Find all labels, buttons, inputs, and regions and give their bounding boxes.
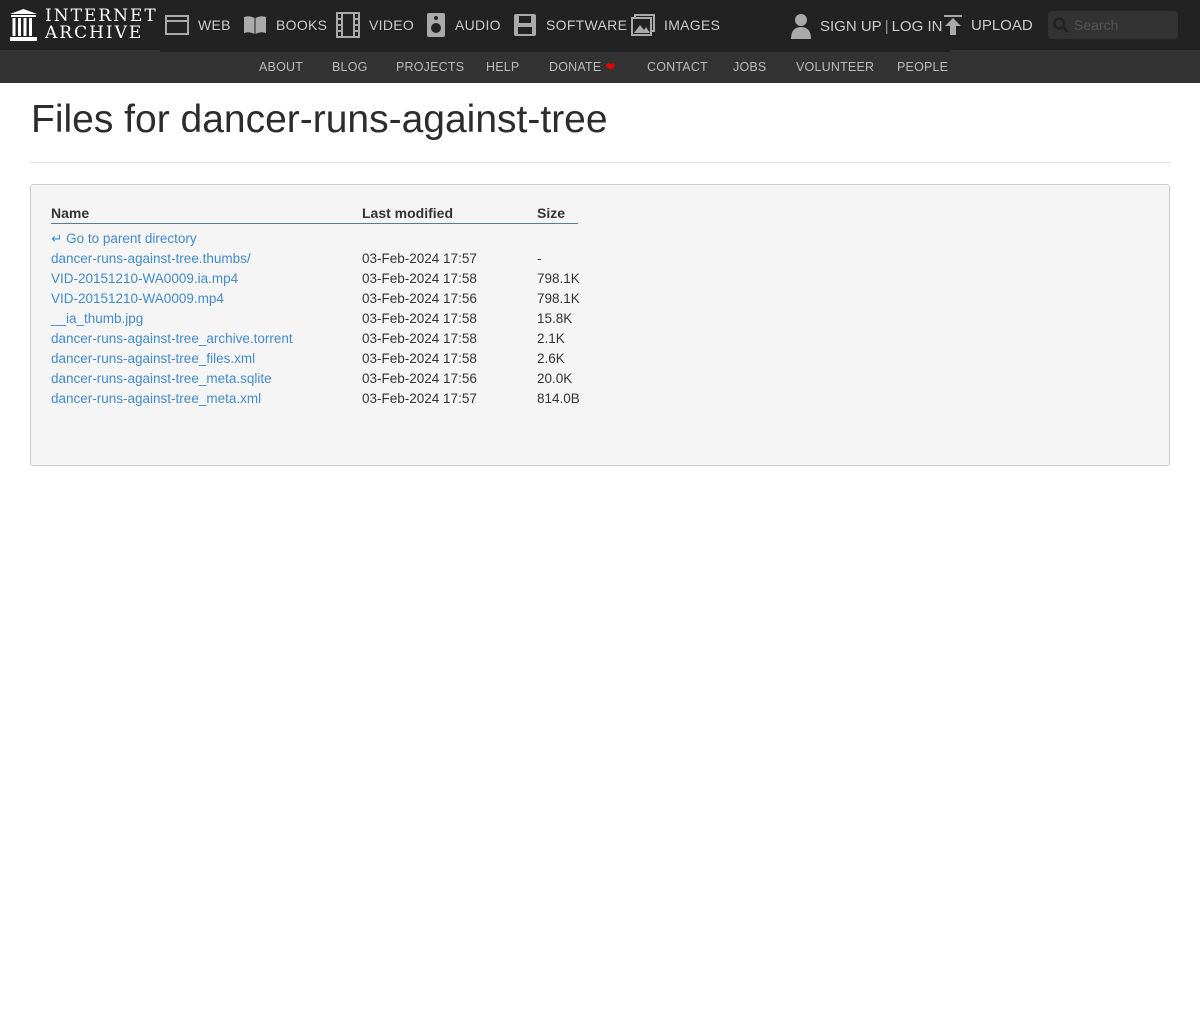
- subnav-help[interactable]: HELP: [486, 60, 519, 74]
- nav-video[interactable]: VIDEO: [336, 12, 414, 38]
- user-icon: [791, 14, 811, 39]
- file-size: 20.0K: [537, 371, 573, 386]
- file-modified: 03-Feb-2024 17:58: [362, 351, 477, 366]
- nav-web[interactable]: WEB: [165, 12, 231, 38]
- web-icon: [165, 15, 189, 35]
- logo-text: INTERNET ARCHIVE: [45, 8, 158, 42]
- file-size: 798.1K: [537, 271, 580, 286]
- subnav-donate[interactable]: DONATE ❤: [549, 60, 616, 74]
- account-separator: |: [884, 17, 889, 35]
- archive-building-icon: [10, 9, 37, 41]
- table-row: dancer-runs-against-tree_files.xml 03-Fe…: [51, 351, 611, 371]
- file-link[interactable]: dancer-runs-against-tree.thumbs/: [51, 251, 251, 266]
- file-size: 2.6K: [537, 351, 565, 366]
- internet-archive-logo[interactable]: INTERNET ARCHIVE: [10, 7, 158, 43]
- signup-link[interactable]: SIGN UP: [820, 18, 882, 35]
- nav-audio[interactable]: AUDIO: [426, 12, 501, 38]
- subnav-divider: [160, 50, 950, 52]
- file-modified: 03-Feb-2024 17:58: [362, 331, 477, 346]
- speaker-icon: [427, 13, 445, 37]
- subnav-donate-label: DONATE: [549, 60, 602, 74]
- parent-directory-label: Go to parent directory: [66, 231, 197, 246]
- file-size: 15.8K: [537, 311, 573, 326]
- upload-button[interactable]: UPLOAD: [943, 12, 1033, 38]
- column-header-size[interactable]: Size: [537, 205, 565, 221]
- image-icon: [631, 14, 655, 36]
- table-row: dancer-runs-against-tree_meta.sqlite 03-…: [51, 371, 611, 391]
- file-modified: 03-Feb-2024 17:58: [362, 271, 477, 286]
- file-modified: 03-Feb-2024 17:56: [362, 291, 477, 306]
- page-title: Files for dancer-runs-against-tree: [31, 98, 608, 141]
- subnav-volunteer[interactable]: VOLUNTEER: [796, 60, 874, 74]
- search-icon: [1053, 17, 1069, 33]
- file-link[interactable]: __ia_thumb.jpg: [51, 311, 143, 326]
- nav-images-label: IMAGES: [664, 17, 721, 33]
- file-size: -: [537, 251, 542, 266]
- file-modified: 03-Feb-2024 17:57: [362, 251, 477, 266]
- file-modified: 03-Feb-2024 17:58: [362, 311, 477, 326]
- table-row: dancer-runs-against-tree_meta.xml 03-Feb…: [51, 391, 611, 411]
- file-size: 2.1K: [537, 331, 565, 346]
- header-underline: [51, 223, 578, 224]
- subnav-contact[interactable]: CONTACT: [647, 60, 708, 74]
- column-header-modified[interactable]: Last modified: [362, 205, 453, 221]
- account-links: SIGN UP | LOG IN: [790, 12, 942, 40]
- table-row: VID-20151210-WA0009.ia.mp4 03-Feb-2024 1…: [51, 271, 611, 291]
- file-size: 814.0B: [537, 391, 580, 406]
- login-link[interactable]: LOG IN: [892, 18, 943, 35]
- file-link[interactable]: dancer-runs-against-tree_archive.torrent: [51, 331, 293, 346]
- book-icon: [244, 16, 266, 34]
- nav-images[interactable]: IMAGES: [631, 12, 720, 38]
- file-size: 798.1K: [537, 291, 580, 306]
- nav-books-label: BOOKS: [276, 17, 328, 33]
- title-divider: [30, 162, 1171, 163]
- nav-audio-label: AUDIO: [455, 17, 501, 33]
- secondary-nav: ABOUT BLOG PROJECTS HELP DONATE ❤ CONTACT…: [0, 50, 1200, 83]
- nav-books[interactable]: BOOKS: [243, 12, 327, 38]
- parent-directory-link[interactable]: ↵ Go to parent directory: [51, 231, 197, 247]
- file-link[interactable]: dancer-runs-against-tree_files.xml: [51, 351, 255, 366]
- floppy-icon: [514, 14, 536, 36]
- upload-icon: [944, 15, 962, 35]
- subnav-projects[interactable]: PROJECTS: [396, 60, 464, 74]
- table-row: VID-20151210-WA0009.mp4 03-Feb-2024 17:5…: [51, 291, 611, 311]
- table-row: dancer-runs-against-tree.thumbs/ 03-Feb-…: [51, 251, 611, 271]
- file-link[interactable]: VID-20151210-WA0009.ia.mp4: [51, 271, 238, 286]
- search-input[interactable]: [1074, 11, 1174, 39]
- subnav-about[interactable]: ABOUT: [259, 60, 303, 74]
- file-link[interactable]: VID-20151210-WA0009.mp4: [51, 291, 224, 306]
- top-nav-bar: INTERNET ARCHIVE WEB BOOKS VIDEO AUDIO S…: [0, 0, 1200, 50]
- column-header-name[interactable]: Name: [51, 205, 89, 221]
- upload-label: UPLOAD: [971, 16, 1033, 34]
- search-box: [1048, 11, 1178, 39]
- logo-line-2: ARCHIVE: [45, 23, 144, 43]
- nav-software[interactable]: SOFTWARE: [513, 12, 627, 38]
- subnav-blog[interactable]: BLOG: [332, 60, 368, 74]
- table-row: __ia_thumb.jpg 03-Feb-2024 17:58 15.8K: [51, 311, 611, 331]
- table-row: dancer-runs-against-tree_archive.torrent…: [51, 331, 611, 351]
- file-listing-panel: Name Last modified Size ↵ Go to parent d…: [30, 184, 1170, 466]
- file-link[interactable]: dancer-runs-against-tree_meta.sqlite: [51, 371, 272, 386]
- heart-icon: ❤: [605, 60, 616, 74]
- film-icon: [336, 12, 360, 38]
- subnav-people[interactable]: PEOPLE: [897, 60, 948, 74]
- nav-software-label: SOFTWARE: [546, 17, 628, 33]
- return-arrow-icon: ↵: [51, 231, 63, 246]
- file-modified: 03-Feb-2024 17:57: [362, 391, 477, 406]
- file-link[interactable]: dancer-runs-against-tree_meta.xml: [51, 391, 261, 406]
- nav-video-label: VIDEO: [369, 17, 415, 33]
- nav-web-label: WEB: [198, 17, 231, 33]
- file-modified: 03-Feb-2024 17:56: [362, 371, 477, 386]
- subnav-jobs[interactable]: JOBS: [733, 60, 766, 74]
